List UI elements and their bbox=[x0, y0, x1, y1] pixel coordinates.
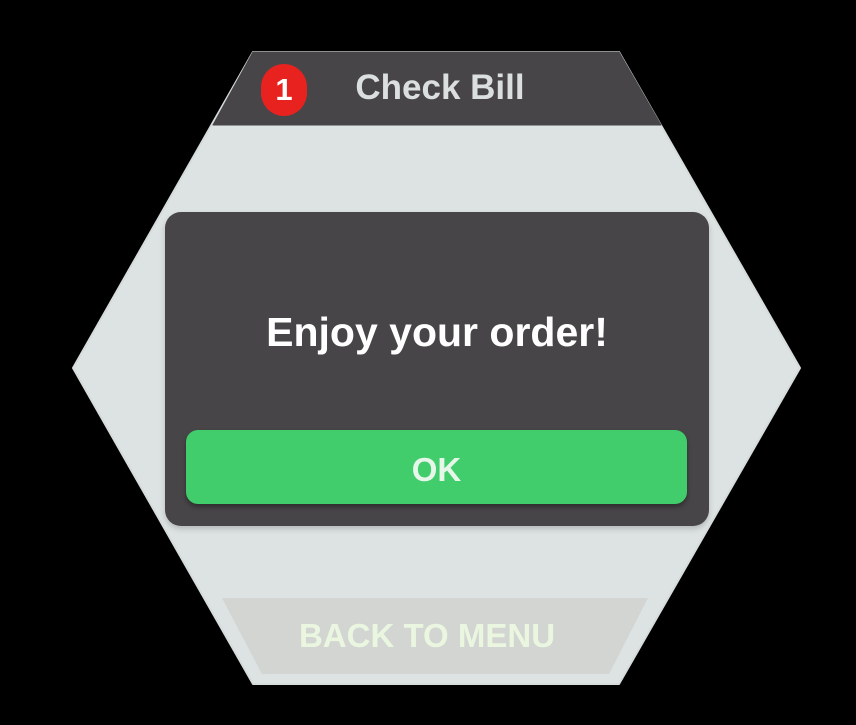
notification-badge: 1 bbox=[261, 64, 307, 116]
ok-button[interactable]: OK bbox=[186, 430, 687, 504]
watch-screen: 1 Check Bill Enjoy your order! OK BACK T… bbox=[0, 0, 856, 725]
dialog-message: Enjoy your order! bbox=[266, 309, 608, 355]
page-title: Check Bill bbox=[355, 68, 525, 107]
back-to-menu-button[interactable]: BACK TO MENU bbox=[222, 598, 632, 674]
confirmation-dialog: Enjoy your order! OK bbox=[165, 212, 709, 526]
